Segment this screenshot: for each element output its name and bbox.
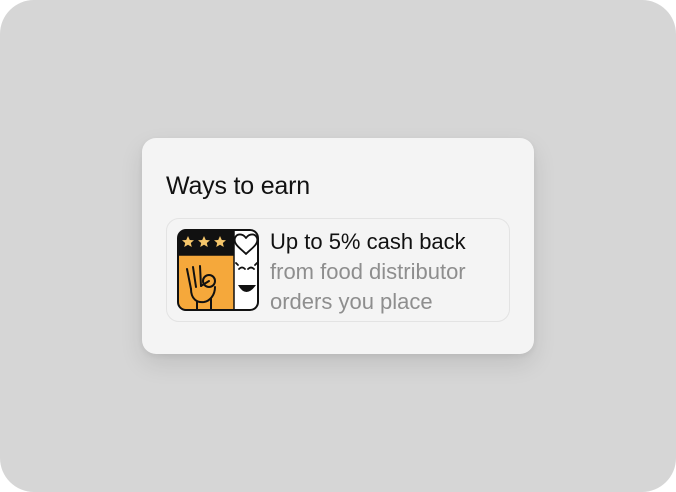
earn-item-cash-back[interactable]: Up to 5% cash back from food distributor… <box>166 218 510 322</box>
card-title: Ways to earn <box>166 172 310 200</box>
earn-item-headline: Up to 5% cash back <box>270 229 466 254</box>
earn-item-description: from food distributor orders you place <box>270 259 466 314</box>
earn-item-text: Up to 5% cash back from food distributor… <box>270 227 506 317</box>
screen-background: Ways to earn Up to 5% cash back from foo… <box>0 0 676 492</box>
ways-to-earn-card: Ways to earn Up to 5% cash back from foo… <box>142 138 534 354</box>
ok-hand-stars-heart-icon <box>177 229 259 311</box>
